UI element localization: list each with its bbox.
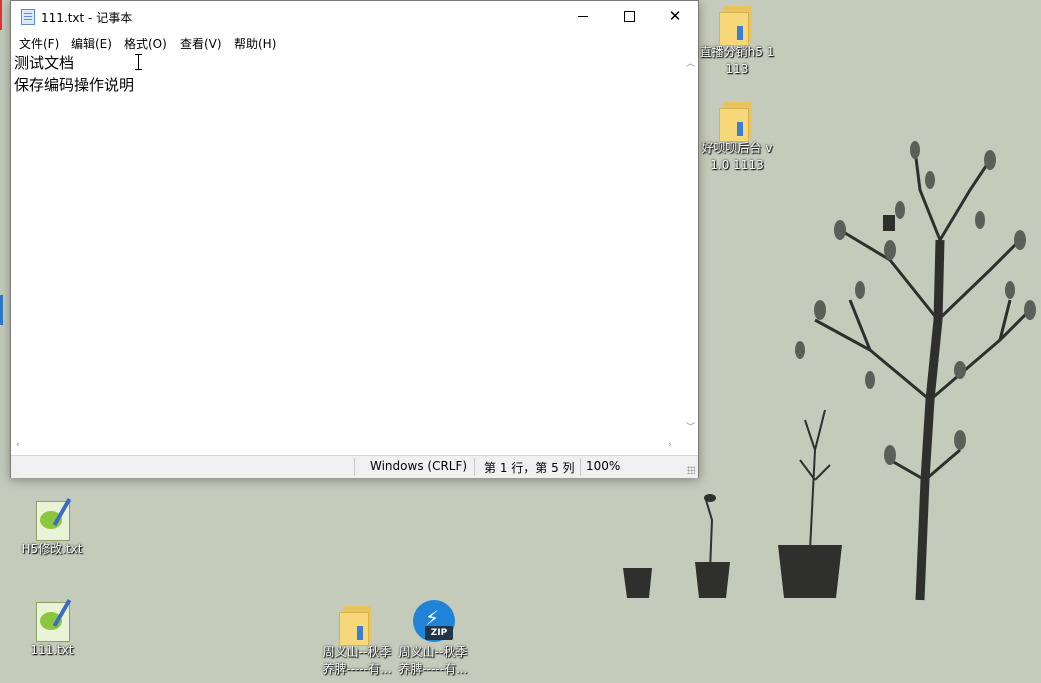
menu-help[interactable]: 帮助(H) bbox=[234, 35, 276, 52]
menu-file[interactable]: 文件(F) bbox=[19, 35, 59, 52]
menu-bar: 文件(F) 编辑(E) 格式(O) 查看(V) 帮助(H) bbox=[11, 32, 698, 52]
zip-archive-icon: ⚡ ZIP bbox=[411, 600, 455, 644]
desktop-folder-backend[interactable]: 好呗呗后台 v1.0 1113 bbox=[697, 96, 777, 174]
notepad-icon bbox=[21, 9, 35, 25]
offscreen-icon-fragment bbox=[0, 295, 3, 325]
desktop-icon-label: 好呗呗后台 v1.0 1113 bbox=[701, 141, 773, 172]
close-button[interactable]: ✕ bbox=[652, 1, 698, 32]
status-zoom: 100% bbox=[586, 459, 621, 473]
desktop-file-h5-txt[interactable]: H5修改.txt bbox=[12, 497, 92, 558]
desktop-icon-label: 直播分销h5 1113 bbox=[699, 45, 775, 76]
maximize-button[interactable] bbox=[606, 1, 652, 32]
menu-view[interactable]: 查看(V) bbox=[180, 35, 222, 52]
window-title: 111.txt - 记事本 bbox=[41, 11, 133, 25]
scroll-down-icon[interactable]: ﹀ bbox=[686, 420, 695, 433]
editor-line: 测试文档 bbox=[14, 54, 75, 72]
menu-edit[interactable]: 编辑(E) bbox=[71, 35, 112, 52]
scroll-right-icon[interactable]: › bbox=[668, 440, 672, 450]
desktop-folder-live-h5[interactable]: 直播分销h5 1113 bbox=[697, 0, 777, 78]
desktop-icon-label: 111.txt bbox=[30, 643, 74, 657]
maximize-icon bbox=[623, 10, 635, 22]
offscreen-icon-fragment bbox=[0, 0, 2, 30]
notepad-plus-file-icon bbox=[30, 497, 74, 541]
folder-icon bbox=[335, 600, 379, 646]
notepad-plus-file-icon bbox=[30, 598, 74, 642]
desktop-icon-label: H5修改.txt bbox=[21, 542, 83, 556]
status-encoding: Windows (CRLF) bbox=[370, 459, 468, 473]
menu-format[interactable]: 格式(O) bbox=[124, 35, 167, 52]
status-cursor-position: 第 1 行，第 5 列 bbox=[484, 461, 575, 475]
close-icon: ✕ bbox=[668, 7, 682, 25]
horizontal-scrollbar[interactable]: ‹ › bbox=[11, 436, 682, 455]
desktop-icon-label: 周义山--秋季养脾-----有... bbox=[398, 645, 468, 676]
folder-icon bbox=[715, 0, 759, 46]
folder-icon bbox=[715, 96, 759, 142]
resize-grip-icon[interactable] bbox=[687, 466, 695, 474]
desktop-folder-zhou[interactable]: 周义山--秋季养脾-----有... bbox=[317, 600, 397, 678]
vertical-scrollbar[interactable]: ︿ ﹀ bbox=[682, 52, 698, 436]
editor-line: 保存编码操作说明 bbox=[14, 76, 135, 94]
title-bar[interactable]: 111.txt - 记事本 ✕ bbox=[11, 1, 698, 32]
notepad-window: 111.txt - 记事本 ✕ 文件(F) 编辑(E) 格式(O) 查看(V) … bbox=[10, 0, 699, 478]
status-bar: Windows (CRLF) 第 1 行，第 5 列 100% bbox=[11, 455, 698, 478]
desktop-file-111-txt[interactable]: 111.txt bbox=[12, 598, 92, 659]
minimize-button[interactable] bbox=[560, 1, 606, 32]
scroll-left-icon[interactable]: ‹ bbox=[16, 440, 20, 450]
desktop-icon-label: 周义山--秋季养脾-----有... bbox=[322, 645, 392, 676]
text-editor[interactable]: 测试文档 保存编码操作说明 bbox=[11, 52, 682, 436]
text-cursor-icon bbox=[135, 54, 142, 70]
desktop-zip-zhou[interactable]: ⚡ ZIP 周义山--秋季养脾-----有... bbox=[393, 600, 473, 678]
minimize-icon bbox=[578, 15, 588, 17]
scroll-up-icon[interactable]: ︿ bbox=[686, 56, 695, 69]
